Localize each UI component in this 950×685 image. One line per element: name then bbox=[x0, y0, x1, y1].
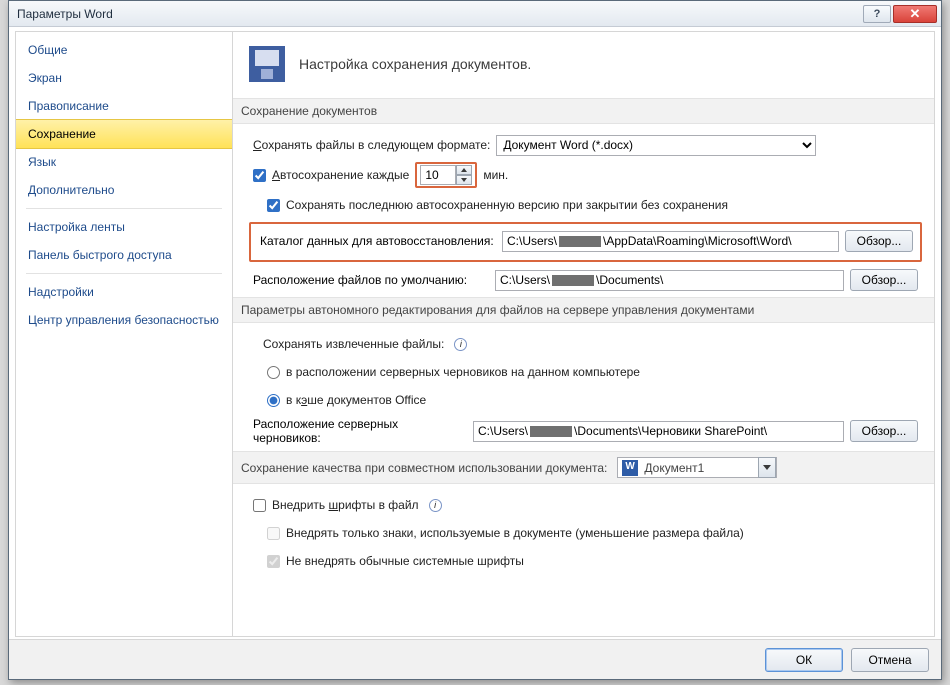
keep-last-checkbox[interactable] bbox=[267, 199, 280, 212]
autosave-minutes-input[interactable] bbox=[420, 165, 456, 185]
autosave-label: Автосохранение каждые bbox=[272, 168, 409, 182]
autorecover-label: Каталог данных для автовосстановления: bbox=[260, 234, 496, 248]
titlebar: Параметры Word ? ✕ bbox=[9, 1, 941, 27]
default-location-input[interactable]: C:\Users\\Documents\ bbox=[495, 270, 844, 291]
save-format-select[interactable]: Документ Word (*.docx) bbox=[496, 135, 816, 156]
spinner-down[interactable] bbox=[456, 175, 472, 185]
sidebar-item-proofing[interactable]: Правописание bbox=[16, 92, 232, 120]
browse-autorecover-button[interactable]: Обзор... bbox=[845, 230, 913, 252]
row-drafts-opt2: в кэше документов Office bbox=[267, 389, 922, 411]
sidebar-item-addins[interactable]: Надстройки bbox=[16, 278, 232, 306]
browse-default-button[interactable]: Обзор... bbox=[850, 269, 918, 291]
row-server-drafts: Расположение серверных черновиков: C:\Us… bbox=[253, 417, 922, 445]
redacted-user bbox=[559, 236, 601, 247]
embed-fonts-checkbox[interactable] bbox=[253, 499, 266, 512]
redacted-user bbox=[552, 275, 594, 286]
section-offline-editing: Параметры автономного редактирования для… bbox=[233, 297, 934, 323]
autosave-interval-highlight bbox=[415, 162, 477, 188]
embed-used-only-checkbox bbox=[267, 527, 280, 540]
info-icon[interactable]: i bbox=[454, 338, 467, 351]
row-save-format: Сохранять файлы в следующем формате: Док… bbox=[253, 134, 922, 156]
drafts-location-radio-cache[interactable] bbox=[267, 394, 280, 407]
browse-drafts-button[interactable]: Обзор... bbox=[850, 420, 918, 442]
help-button[interactable]: ? bbox=[863, 5, 891, 23]
main-panel: Настройка сохранения документов. Сохране… bbox=[233, 31, 935, 637]
content: Общие Экран Правописание Сохранение Язык… bbox=[15, 31, 935, 637]
window-title: Параметры Word bbox=[17, 7, 861, 21]
embed-skip-system-checkbox bbox=[267, 555, 280, 568]
sidebar-item-qat[interactable]: Панель быстрого доступа bbox=[16, 241, 232, 269]
chevron-down-icon bbox=[758, 457, 776, 478]
autosave-checkbox[interactable] bbox=[253, 169, 266, 182]
dialog-footer: ОК Отмена bbox=[9, 639, 941, 679]
row-autosave: Автосохранение каждые мин. bbox=[253, 162, 922, 188]
page-heading: Настройка сохранения документов. bbox=[249, 46, 922, 82]
section-save-docs: Сохранение документов bbox=[233, 98, 934, 124]
embed-sub1-label: Внедрять только знаки, используемые в до… bbox=[286, 526, 744, 540]
word-options-dialog: Параметры Word ? ✕ Общие Экран Правописа… bbox=[8, 0, 942, 680]
cancel-button[interactable]: Отмена bbox=[851, 648, 929, 672]
autosave-unit: мин. bbox=[483, 168, 508, 182]
sidebar-item-save[interactable]: Сохранение bbox=[16, 119, 232, 149]
drafts-location-radio-server[interactable] bbox=[267, 366, 280, 379]
embed-sub2-label: Не внедрять обычные системные шрифты bbox=[286, 554, 524, 568]
info-icon[interactable]: i bbox=[429, 499, 442, 512]
ok-button[interactable]: ОК bbox=[765, 648, 843, 672]
row-keep-last: Сохранять последнюю автосохраненную верс… bbox=[267, 194, 922, 216]
save-format-label: Сохранять файлы в следующем формате: bbox=[253, 138, 490, 152]
embed-fonts-label: Внедрить шрифты в файл bbox=[272, 498, 419, 512]
default-location-label: Расположение файлов по умолчанию: bbox=[253, 273, 489, 287]
word-doc-icon bbox=[622, 460, 638, 476]
row-default-location: Расположение файлов по умолчанию: C:\Use… bbox=[253, 269, 922, 291]
sidebar-item-display[interactable]: Экран bbox=[16, 64, 232, 92]
server-drafts-label: Расположение серверных черновиков: bbox=[253, 417, 467, 445]
sidebar-item-ribbon[interactable]: Настройка ленты bbox=[16, 213, 232, 241]
redacted-user bbox=[530, 426, 572, 437]
autorecover-row-highlight: Каталог данных для автовосстановления: C… bbox=[249, 222, 922, 262]
section-font-embed-label: Сохранение качества при совместном испол… bbox=[241, 461, 607, 475]
sidebar-item-advanced[interactable]: Дополнительно bbox=[16, 176, 232, 204]
sidebar: Общие Экран Правописание Сохранение Язык… bbox=[15, 31, 233, 637]
server-drafts-input[interactable]: C:\Users\\Documents\Черновики SharePoint… bbox=[473, 421, 844, 442]
save-checked-label: Сохранять извлеченные файлы: bbox=[263, 337, 444, 351]
document-select[interactable]: Документ1 bbox=[617, 457, 777, 478]
drafts-opt1-label: в расположении серверных черновиков на д… bbox=[286, 365, 640, 379]
section-font-embed: Сохранение качества при совместном испол… bbox=[233, 451, 934, 484]
heading-text: Настройка сохранения документов. bbox=[299, 56, 531, 72]
keep-last-label: Сохранять последнюю автосохраненную верс… bbox=[286, 198, 728, 212]
save-floppy-icon bbox=[249, 46, 285, 82]
row-drafts-opt1: в расположении серверных черновиков на д… bbox=[267, 361, 922, 383]
row-embed-fonts: Внедрить шрифты в файл i bbox=[253, 494, 922, 516]
sidebar-separator bbox=[26, 208, 222, 209]
row-embed-sub1: Внедрять только знаки, используемые в до… bbox=[267, 522, 922, 544]
drafts-opt2-label: в кэше документов Office bbox=[286, 393, 426, 407]
row-embed-sub2: Не внедрять обычные системные шрифты bbox=[267, 550, 922, 572]
sidebar-item-general[interactable]: Общие bbox=[16, 36, 232, 64]
sidebar-item-trustcenter[interactable]: Центр управления безопасностью bbox=[16, 306, 232, 334]
autorecover-path-input[interactable]: C:\Users\\AppData\Roaming\Microsoft\Word… bbox=[502, 231, 839, 252]
sidebar-item-language[interactable]: Язык bbox=[16, 148, 232, 176]
sidebar-separator bbox=[26, 273, 222, 274]
row-save-checked: Сохранять извлеченные файлы: i bbox=[263, 333, 922, 355]
close-button[interactable]: ✕ bbox=[893, 5, 937, 23]
spinner-up[interactable] bbox=[456, 165, 472, 175]
